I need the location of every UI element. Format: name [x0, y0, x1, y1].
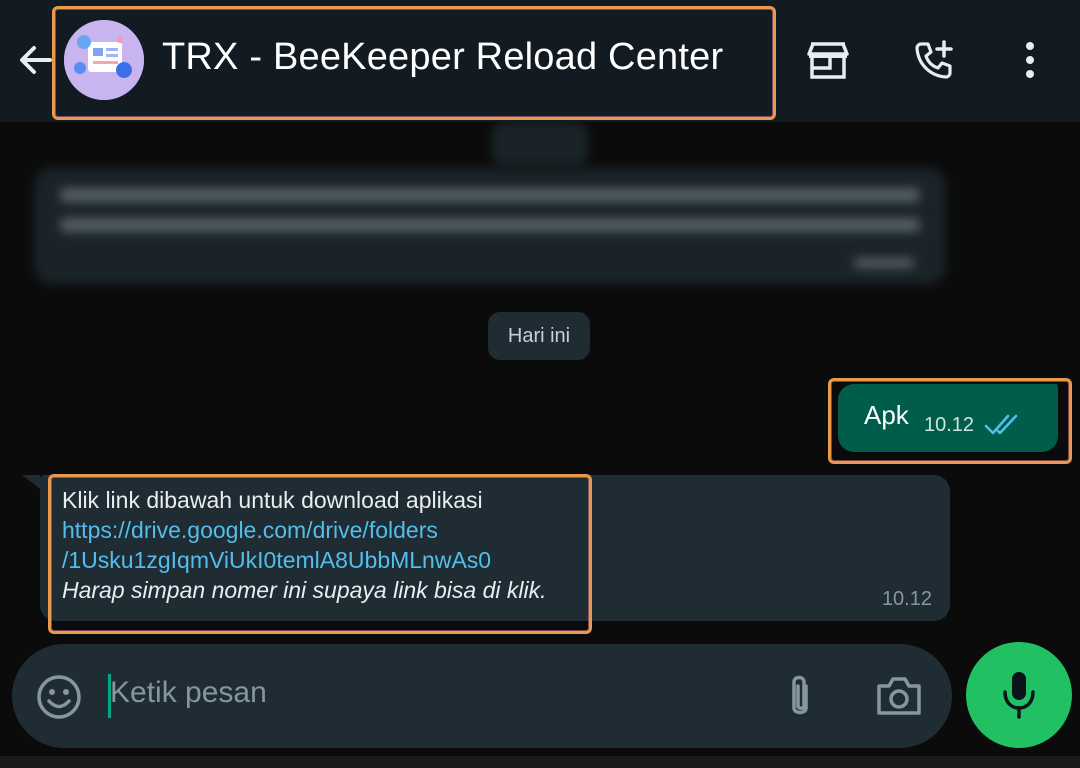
download-link-line2[interactable]: /1Usku1zgIqmViUkI0temlA8UbbMLnwAs0 [62, 545, 547, 575]
outgoing-message[interactable]: Apk 10.12 [838, 384, 1058, 452]
incoming-message-text: Klik link dibawah untuk download aplikas… [62, 487, 483, 513]
message-input[interactable]: Ketik pesan [110, 676, 267, 710]
camera-icon[interactable] [874, 672, 924, 720]
download-link-line1[interactable]: https://drive.google.com/drive/folders [62, 515, 547, 545]
outgoing-message-time: 10.12 [924, 414, 975, 436]
add-call-icon[interactable] [912, 38, 956, 82]
store-icon[interactable] [806, 38, 850, 82]
incoming-bubble-tail [22, 475, 40, 489]
chat-header: TRX - BeeKeeper Reload Center [0, 0, 1080, 122]
date-divider: Hari ini [488, 312, 590, 360]
read-ticks-icon [984, 412, 1024, 438]
incoming-message[interactable]: Klik link dibawah untuk download aplikas… [40, 475, 950, 621]
blurred-message [34, 168, 946, 284]
incoming-message-note: Harap simpan nomer ini supaya link bisa … [62, 577, 547, 603]
mic-button[interactable] [966, 642, 1072, 748]
chat-title[interactable]: TRX - BeeKeeper Reload Center [162, 36, 723, 79]
mic-icon [1003, 672, 1035, 719]
emoji-icon[interactable] [34, 672, 84, 722]
message-composer: Ketik pesan [12, 644, 952, 748]
more-vert-icon[interactable] [1008, 38, 1052, 82]
attach-icon[interactable] [778, 672, 822, 722]
incoming-message-time: 10.12 [881, 588, 932, 610]
back-arrow-icon[interactable] [14, 38, 58, 82]
contact-avatar[interactable] [64, 20, 144, 100]
bottom-edge [0, 756, 1080, 768]
chat-area: Hari ini Apk 10.12 Klik link dibawah unt… [0, 122, 1080, 642]
outgoing-message-text: Apk [864, 400, 909, 430]
blurred-date-pill [492, 122, 588, 166]
